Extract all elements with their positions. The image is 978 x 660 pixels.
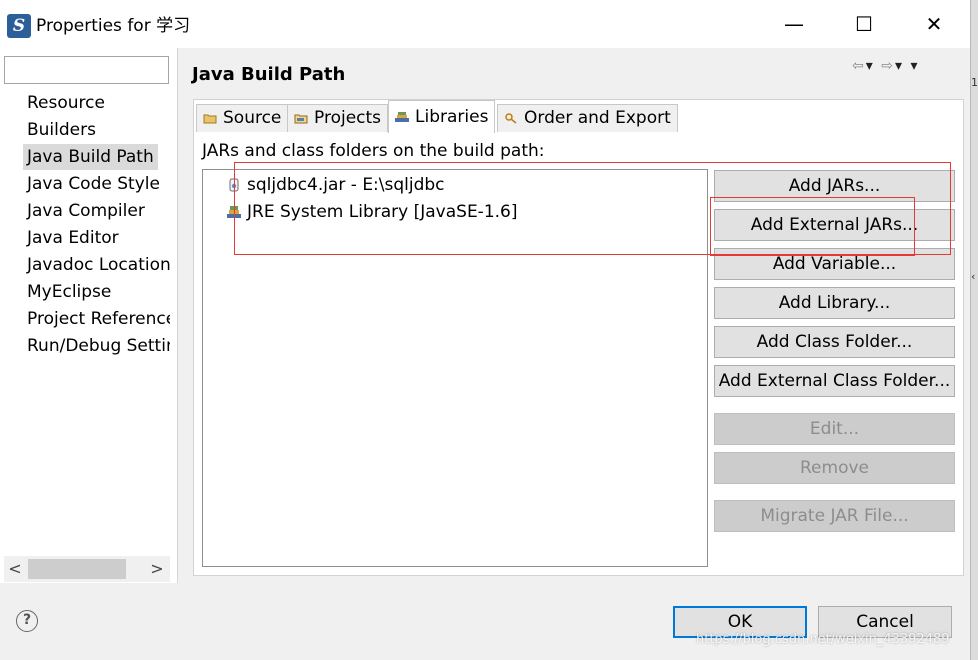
property-page-list: Resource Builders Java Build Path Java C… — [0, 90, 170, 360]
add-jars-button[interactable]: Add JARs... — [714, 170, 955, 202]
sidebar-item-java-compiler[interactable]: Java Compiler — [0, 198, 170, 225]
myeclipse-app-icon: S — [7, 14, 31, 38]
projects-icon — [294, 106, 308, 124]
watermark: https://blog.csdn.net/weixin_43392489 — [696, 632, 950, 647]
scroll-right-arrow-icon[interactable]: > — [146, 556, 168, 582]
tree-item-label: sqljdbc4.jar - E:\sqljdbc — [247, 175, 445, 195]
tab-source[interactable]: Source — [196, 104, 289, 132]
sidebar-item-java-code-style[interactable]: Java Code Style — [0, 171, 170, 198]
sidebar-item-java-editor[interactable]: Java Editor — [0, 225, 170, 252]
tab-label: Source — [223, 108, 282, 128]
add-external-jars-button[interactable]: Add External JARs... — [714, 209, 955, 241]
tree-item-jre-system-library[interactable]: JRE System Library [JavaSE-1.6] — [227, 200, 518, 224]
sidebar-item-builders[interactable]: Builders — [0, 117, 170, 144]
title-bar: S Properties for 学习 — ☐ ✕ — [0, 0, 970, 48]
jar-icon — [227, 175, 241, 192]
sidebar-item-myeclipse[interactable]: MyEclipse — [0, 279, 170, 306]
page-title: Java Build Path — [192, 64, 346, 85]
forward-menu-icon[interactable]: ▾ — [895, 58, 904, 74]
tab-projects[interactable]: Projects — [287, 104, 389, 132]
libraries-icon — [395, 102, 409, 122]
order-export-icon — [504, 106, 518, 124]
scroll-left-arrow-icon[interactable]: < — [4, 556, 26, 582]
close-button[interactable]: ✕ — [899, 4, 969, 44]
sidebar-item-project-references[interactable]: Project References — [0, 306, 170, 333]
build-path-tree[interactable]: sqljdbc4.jar - E:\sqljdbc JRE System Lib… — [202, 169, 708, 567]
add-class-folder-button[interactable]: Add Class Folder... — [714, 326, 955, 358]
migrate-jar-button[interactable]: Migrate JAR File... — [714, 500, 955, 532]
remove-button[interactable]: Remove — [714, 452, 955, 484]
sidebar-item-run-debug-settings[interactable]: Run/Debug Settings — [0, 333, 170, 360]
background-window-edge: 1 ‹ — [970, 0, 978, 660]
edge-text: 1 — [971, 76, 978, 89]
tree-item-sqljdbc4[interactable]: sqljdbc4.jar - E:\sqljdbc — [227, 173, 445, 197]
history-navigation: ⇦▾ ⇨▾ ▾ — [852, 58, 919, 74]
window-title: Properties for 学习 — [36, 16, 191, 36]
tab-label: Projects — [314, 108, 382, 128]
add-external-class-folder-button[interactable]: Add External Class Folder... — [714, 365, 955, 397]
scroll-thumb[interactable] — [28, 559, 126, 579]
edge-text: ‹ — [971, 270, 976, 283]
tab-libraries[interactable]: Libraries — [388, 100, 496, 133]
property-page-tree: Resource Builders Java Build Path Java C… — [0, 48, 178, 583]
source-folder-icon — [203, 106, 217, 124]
tab-order-and-export[interactable]: Order and Export — [497, 104, 678, 132]
tree-item-label: JRE System Library [JavaSE-1.6] — [247, 202, 518, 222]
horizontal-scrollbar[interactable]: < > — [4, 556, 170, 582]
sidebar-item-java-build-path[interactable]: Java Build Path — [0, 144, 170, 171]
edit-button[interactable]: Edit... — [714, 413, 955, 445]
back-menu-icon[interactable]: ▾ — [866, 58, 875, 74]
tab-label: Libraries — [415, 107, 489, 127]
tab-label: Order and Export — [524, 108, 671, 128]
back-arrow-icon[interactable]: ⇦ — [852, 58, 866, 74]
filter-input[interactable] — [4, 56, 169, 84]
help-icon[interactable]: ? — [16, 610, 38, 632]
add-variable-button[interactable]: Add Variable... — [714, 248, 955, 280]
maximize-button[interactable]: ☐ — [829, 4, 899, 44]
sidebar-item-resource[interactable]: Resource — [0, 90, 170, 117]
section-label: JARs and class folders on the build path… — [202, 141, 545, 161]
view-menu-icon[interactable]: ▾ — [910, 58, 919, 74]
add-library-button[interactable]: Add Library... — [714, 287, 955, 319]
minimize-button[interactable]: — — [759, 4, 829, 44]
forward-arrow-icon[interactable]: ⇨ — [881, 58, 895, 74]
sidebar-item-javadoc-location[interactable]: Javadoc Location — [0, 252, 170, 279]
library-icon — [227, 202, 241, 218]
